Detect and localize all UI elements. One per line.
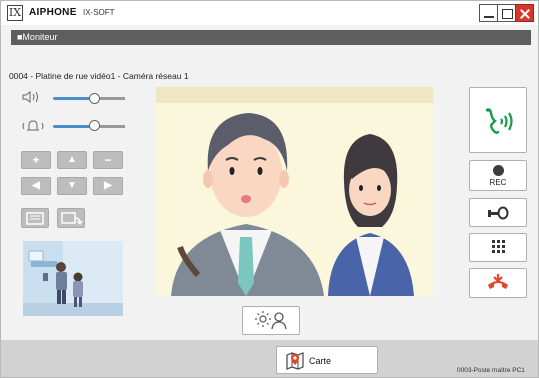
keypad-icon [492,240,505,253]
hang-up-icon [488,274,508,289]
ix-soft-window: IX AIPHONE IX-SOFT ■Moniteur 0004 - Plat… [0,0,539,378]
camera-switch-button[interactable] [57,208,85,228]
talk-button[interactable] [469,87,527,153]
talk-icon [485,108,513,134]
station-label: 0004 - Platine de rue vidéo1 - Caméra ré… [9,71,189,81]
product-name: IX-SOFT [83,8,115,17]
map-button[interactable]: Carte [276,346,378,374]
pan-down-button[interactable]: ▼ [57,177,87,195]
snapshot-button[interactable] [21,208,49,228]
ix-logo: IX [7,5,23,21]
light-button[interactable] [242,306,300,335]
zoom-in-button[interactable]: + [21,151,51,169]
ringtone-volume-knob[interactable] [89,120,100,131]
pan-up-button[interactable]: ▲ [57,151,87,169]
door-release-button[interactable] [469,198,527,227]
map-label: Carte [309,356,332,366]
pan-right-button[interactable]: ▶ [93,177,123,195]
speaker-icon [21,90,45,104]
section-header: ■Moniteur [11,30,531,45]
hang-up-button[interactable] [469,268,527,298]
maximize-button[interactable] [497,4,516,22]
record-label: REC [489,178,507,187]
live-video-feed [156,87,433,296]
light-person-icon [255,311,287,330]
keypad-button[interactable] [469,233,527,262]
zoom-out-button[interactable]: − [93,151,123,169]
minimize-button[interactable] [479,4,498,22]
speaker-volume-knob[interactable] [89,93,100,104]
key-icon [488,206,509,220]
footer-station-label: 0003-Poste maître PC1 [457,367,525,374]
record-button[interactable]: REC [469,160,527,191]
close-button[interactable] [515,4,534,22]
camera-switch-icon [61,212,83,225]
brand-name: AIPHONE [29,7,77,18]
pan-left-button[interactable]: ◀ [21,177,51,195]
record-icon [493,165,504,176]
ringtone-icon [21,119,45,133]
title-bar: IX AIPHONE IX-SOFT [1,1,538,25]
map-icon [286,352,304,370]
station-thumbnail-image [23,241,123,316]
snapshot-icon [26,212,44,225]
